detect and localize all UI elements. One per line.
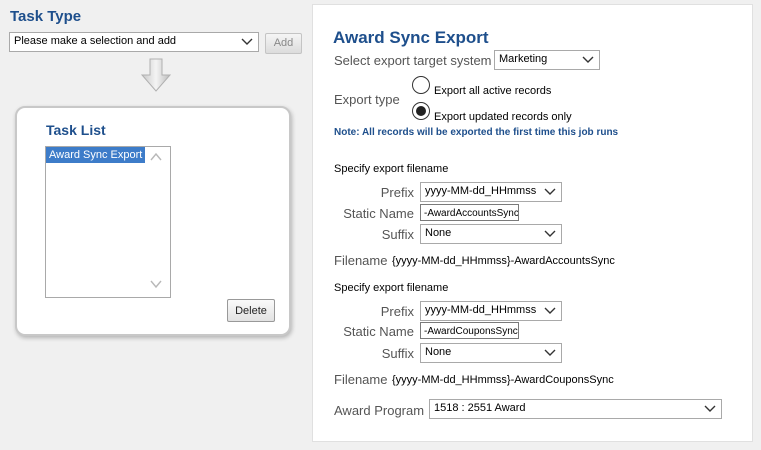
prefix-label: Prefix — [380, 185, 414, 200]
target-system-value: Marketing — [499, 53, 548, 65]
award-program-select[interactable]: 1518 : 2551 Award — [429, 399, 722, 419]
award-program-label: Award Program — [334, 403, 425, 418]
prefix-select[interactable]: yyyy-MM-dd_HHmmss — [420, 301, 562, 321]
chevron-down-icon — [241, 38, 253, 45]
scroll-up-icon[interactable] — [150, 152, 162, 162]
down-arrow-icon — [141, 58, 171, 92]
suffix-label: Suffix — [381, 346, 414, 361]
static-name-input[interactable]: -AwardAccountsSync — [420, 204, 519, 221]
task-type-select-value: Please make a selection and add — [14, 35, 177, 47]
filename-heading: Specify export filename — [334, 282, 449, 294]
scroll-down-icon[interactable] — [150, 279, 162, 289]
task-listbox[interactable] — [45, 146, 171, 298]
export-all-radio[interactable] — [412, 76, 430, 94]
chevron-down-icon — [544, 188, 556, 195]
prefix-label: Prefix — [380, 304, 414, 319]
prefix-value: yyyy-MM-dd_HHmmss — [425, 185, 537, 197]
chevron-down-icon — [704, 405, 716, 412]
export-note: Note: All records will be exported the f… — [334, 127, 619, 138]
suffix-select[interactable]: None — [420, 343, 562, 363]
filename-label: Filename — [334, 372, 388, 387]
static-name-label: Static Name — [343, 324, 414, 339]
suffix-select[interactable]: None — [420, 224, 562, 244]
suffix-label: Suffix — [381, 227, 414, 242]
export-title: Award Sync Export — [333, 28, 489, 47]
export-updated-label: Export updated records only — [434, 111, 572, 123]
target-system-label: Select export target system — [334, 53, 492, 68]
static-name-input[interactable]: -AwardCouponsSync — [420, 322, 519, 339]
add-button[interactable]: Add — [265, 33, 302, 54]
export-type-label: Export type — [334, 92, 400, 107]
export-all-label: Export all active records — [434, 85, 552, 97]
chevron-down-icon — [544, 349, 556, 356]
filename-label: Filename — [334, 253, 388, 268]
delete-button[interactable]: Delete — [227, 299, 275, 322]
suffix-value: None — [425, 227, 452, 239]
chevron-down-icon — [582, 56, 594, 63]
suffix-value: None — [425, 346, 452, 358]
prefix-select[interactable]: yyyy-MM-dd_HHmmss — [420, 182, 562, 202]
filename-value: {yyyy-MM-dd_HHmmss}-AwardAccountsSync — [392, 255, 615, 267]
static-name-label: Static Name — [343, 206, 414, 221]
list-item[interactable]: Award Sync Export — [46, 147, 145, 163]
award-program-value: 1518 : 2551 Award — [434, 402, 526, 414]
prefix-value: yyyy-MM-dd_HHmmss — [425, 304, 537, 316]
task-type-select[interactable]: Please make a selection and add — [9, 32, 259, 52]
task-type-title: Task Type — [10, 8, 82, 25]
target-system-select[interactable]: Marketing — [494, 50, 600, 70]
filename-heading: Specify export filename — [334, 163, 449, 175]
task-list-title: Task List — [46, 122, 106, 138]
export-updated-radio[interactable] — [412, 102, 430, 120]
chevron-down-icon — [544, 307, 556, 314]
chevron-down-icon — [544, 230, 556, 237]
filename-value: {yyyy-MM-dd_HHmmss}-AwardCouponsSync — [392, 374, 614, 386]
